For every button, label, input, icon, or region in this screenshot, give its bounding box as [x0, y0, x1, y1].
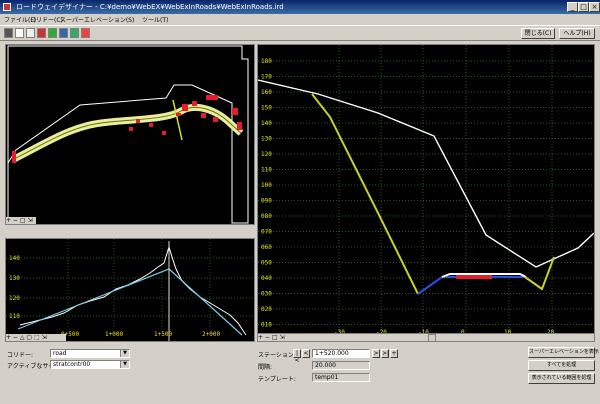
xs-y-tick: 040	[261, 275, 272, 282]
cross-section-y-ticks: 180 170 160 150 140 130 120 110 100 090 080 070 060 0…	[261, 58, 272, 329]
xs-y-tick: 150	[261, 105, 272, 112]
surface-value: stratcontr00	[53, 361, 91, 368]
corridor-value: road	[53, 350, 67, 357]
plan-view-canvas	[7, 45, 249, 224]
first-station-button[interactable]: |<	[293, 349, 301, 364]
next-station-button[interactable]: >	[372, 349, 380, 358]
profile-ground-line	[19, 245, 247, 336]
toolbar-icon-1[interactable]	[4, 28, 13, 38]
xs-y-tick: 020	[261, 306, 272, 313]
station-label: ステーション:	[258, 352, 296, 359]
xs-y-tick: 130	[261, 136, 272, 143]
prev-station-button[interactable]: <	[302, 349, 310, 358]
left-cut-slope	[311, 93, 419, 295]
toolbar-icon-7[interactable]	[70, 28, 79, 38]
template-field: temp01	[312, 373, 370, 382]
profile-y-tick: 120	[9, 295, 20, 302]
toolbar-icon-2[interactable]	[15, 28, 24, 38]
right-cut-slope	[524, 256, 555, 291]
station-input[interactable]: 1+520.000	[312, 349, 370, 358]
toolbar-icon-8[interactable]	[81, 28, 90, 38]
xs-y-tick: 060	[261, 244, 272, 251]
toolbar-icon-5[interactable]	[48, 28, 57, 38]
process-all-button[interactable]: すべてを処理	[528, 360, 595, 371]
xs-y-tick: 160	[261, 89, 272, 96]
minimize-button[interactable]: _	[567, 2, 578, 12]
xs-y-tick: 010	[261, 322, 272, 329]
plan-centerline	[13, 107, 242, 160]
profile-x-tick: 2+000	[202, 331, 220, 338]
xs-y-tick: 030	[261, 291, 272, 298]
xs-y-tick: 140	[261, 120, 272, 127]
xs-y-tick: 080	[261, 213, 272, 220]
chevron-down-icon[interactable]: ▼	[120, 350, 129, 357]
profile-x-tick: 1+500	[154, 331, 172, 338]
add-station-button[interactable]: +	[390, 349, 398, 358]
menu-tools[interactable]: ツール(T)	[142, 15, 168, 24]
profile-y-tick: 140	[9, 255, 20, 262]
menu-bar: ファイル(F) コリドー(C) スーパーエレベーション(S) ツール(T)	[0, 14, 600, 25]
plan-station-marker	[172, 99, 183, 141]
interval-field: 20.000	[312, 361, 370, 370]
profile-view[interactable]: 140 130 120 110 0+500 1+000 1+500 2+000 …	[5, 238, 255, 342]
help-button[interactable]: ヘルプ(H)	[559, 28, 595, 39]
xs-y-tick: 170	[261, 74, 272, 81]
chevron-down-icon[interactable]: ▼	[120, 361, 129, 368]
title-bar: ロードウェイデザイナー - C:¥demo¥WebEX¥WebExInRoads…	[0, 0, 600, 14]
profile-view-canvas: 140 130 120 110 0+500 1+000 1+500 2+000	[6, 239, 254, 341]
show-superelevation-button[interactable]: スーパーエレベーションを表示	[528, 347, 599, 358]
toolbar-icon-4[interactable]	[37, 28, 46, 38]
profile-x-tick: 1+000	[105, 331, 123, 338]
window-title: ロードウェイデザイナー - C:¥demo¥WebEX¥WebExInRoads…	[16, 3, 284, 11]
last-station-button[interactable]: >|	[381, 349, 389, 358]
toolbar: 閉じる(C) ヘルプ(H)	[0, 25, 600, 41]
corridor-dropdown[interactable]: road ▼	[50, 349, 130, 358]
cross-section-toolbar: + − □ ⇲	[258, 333, 594, 341]
pavement-subbase	[417, 276, 543, 295]
close-window-button[interactable]: ×	[589, 2, 600, 12]
plan-corridor	[12, 104, 244, 163]
cross-section-canvas: 180 170 160 150 140 130 120 110 100 090 080 070 060 0…	[258, 45, 594, 336]
maximize-button[interactable]: □	[578, 2, 589, 12]
process-visible-range-button[interactable]: 表示されている範囲を処理	[528, 373, 595, 384]
cross-section-grid	[258, 45, 594, 335]
interval-label: 間隔:	[258, 364, 273, 371]
profile-y-tick: 110	[9, 313, 20, 320]
app-icon	[3, 3, 11, 11]
xs-y-tick: 070	[261, 229, 272, 236]
plan-boundary	[7, 45, 249, 224]
xs-y-tick: 050	[261, 260, 272, 267]
profile-zoom-toolbar[interactable]: + − △ ▢ ⬚ ⇲	[6, 334, 66, 341]
profile-y-tick: 130	[9, 275, 20, 282]
plan-view[interactable]: + − □ ⇲	[5, 44, 255, 225]
xs-y-tick: 120	[261, 151, 272, 158]
xs-y-tick: 110	[261, 167, 272, 174]
xs-y-tick: 090	[261, 198, 272, 205]
corridor-label: コリドー:	[7, 352, 34, 359]
xs-y-tick: 180	[261, 58, 272, 65]
ground-surface-line	[258, 79, 594, 268]
xs-y-tick: 100	[261, 182, 272, 189]
menu-corridor[interactable]: コリドー(C)	[30, 15, 63, 24]
close-button[interactable]: 閉じる(C)	[521, 28, 555, 39]
menu-superelevation[interactable]: スーパーエレベーション(S)	[60, 15, 134, 24]
toolbar-icon-3[interactable]	[26, 28, 35, 38]
surface-dropdown[interactable]: stratcontr00 ▼	[50, 360, 130, 369]
template-label: テンプレート:	[258, 376, 296, 383]
toolbar-icon-6[interactable]	[59, 28, 68, 38]
cross-section-zoom-toolbar[interactable]: + − □ ⇲	[258, 334, 284, 341]
pavement-layer	[456, 275, 492, 279]
plan-zoom-toolbar[interactable]: + − □ ⇲	[6, 217, 36, 224]
cross-section-scroll-thumb[interactable]	[428, 334, 436, 341]
cross-section-view[interactable]: 180 170 160 150 140 130 120 110 100 090 080 070 060 0…	[257, 44, 595, 342]
